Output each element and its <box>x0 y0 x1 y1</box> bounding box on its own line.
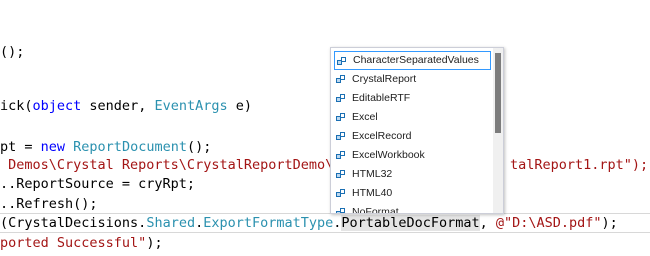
code-line-refresh: ..Refresh(); <box>0 196 98 212</box>
completion-item-label: ExcelWorkbook <box>352 149 425 161</box>
code-line-export: (CrystalDecisions.Shared.ExportFormatTyp… <box>0 215 618 231</box>
completion-item-label: ExcelRecord <box>352 130 412 142</box>
code-line-1: (); <box>0 44 25 60</box>
intellisense-popup[interactable]: CharacterSeparatedValues CrystalReport E… <box>330 47 504 214</box>
completion-item[interactable]: HTML40 <box>334 184 491 203</box>
code-line-path-end: talReport1.rpt"); <box>510 157 649 173</box>
completion-item-label: NoFormat <box>352 206 399 214</box>
code-line-3: pt = new ReportDocument(); <box>0 139 212 155</box>
completion-item[interactable]: EditableRTF <box>334 89 491 108</box>
completion-item[interactable]: CrystalReport <box>334 70 491 89</box>
completion-item-label: CharacterSeparatedValues <box>353 54 479 66</box>
completion-item[interactable]: HTML32 <box>334 165 491 184</box>
completion-item-label: Excel <box>352 111 378 123</box>
completion-scrollbar[interactable] <box>493 48 503 213</box>
enum-member-icon <box>336 113 346 122</box>
completion-item-label: EditableRTF <box>352 92 411 104</box>
enum-member-icon <box>336 208 346 213</box>
code-editor[interactable]: (); ick(object sender, EventArgs e) pt =… <box>0 0 650 256</box>
code-line-report-source: ..ReportSource = cryRpt; <box>0 176 196 192</box>
completion-item-label: HTML40 <box>352 187 393 199</box>
enum-member-icon <box>336 151 346 160</box>
completion-item-label: HTML32 <box>352 168 393 180</box>
completion-item[interactable]: NoFormat <box>334 203 491 214</box>
completion-item[interactable]: ExcelRecord <box>334 127 491 146</box>
completion-item[interactable]: ExcelWorkbook <box>334 146 491 165</box>
enum-member-icon <box>336 75 346 84</box>
completion-list[interactable]: CharacterSeparatedValues CrystalReport E… <box>331 51 491 214</box>
enum-member-icon <box>336 170 346 179</box>
enum-member-icon <box>336 132 346 141</box>
code-line-path-start: Demos\Crystal Reports\CrystalReportDemo\… <box>0 157 342 173</box>
completion-item[interactable]: Excel <box>334 108 491 127</box>
code-line-message: ported Successful"); <box>0 235 163 251</box>
highlighted-token: PortableDocFormat <box>341 215 480 231</box>
completion-item[interactable]: CharacterSeparatedValues <box>334 51 491 70</box>
enum-member-icon <box>337 57 347 66</box>
scrollbar-thumb[interactable] <box>495 53 501 133</box>
enum-member-icon <box>336 189 346 198</box>
code-line-2: ick(object sender, EventArgs e) <box>0 98 252 114</box>
enum-member-icon <box>336 94 346 103</box>
completion-item-label: CrystalReport <box>352 73 417 85</box>
